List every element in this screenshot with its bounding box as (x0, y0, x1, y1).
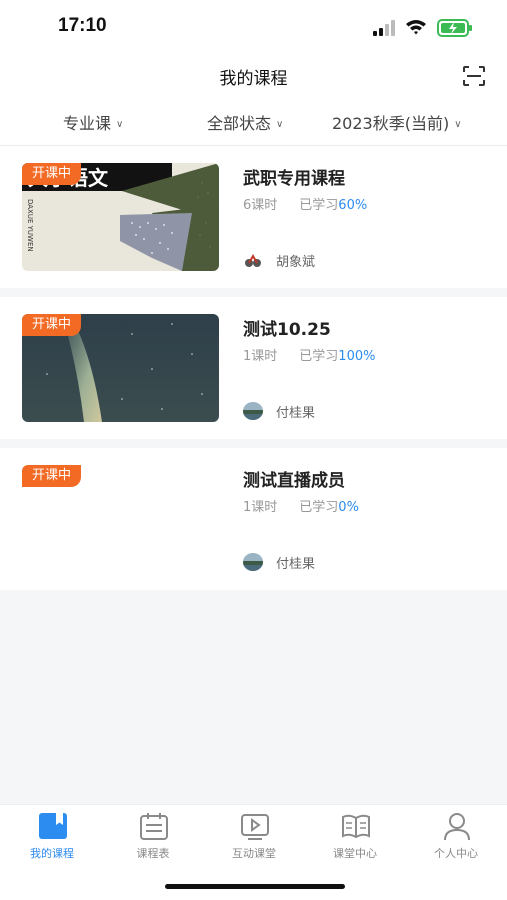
chevron-down-icon: ∨ (276, 119, 284, 130)
tab-label: 个人中心 (434, 847, 478, 860)
avatar (243, 553, 263, 571)
video-play-icon (241, 814, 269, 840)
status-badge: 开课中 (22, 163, 82, 185)
filter-status-label: 全部状态 (207, 114, 272, 133)
tab-label: 我的课程 (30, 847, 74, 860)
status-bar: 17:10 (0, 0, 507, 56)
teacher-name: 付桂果 (276, 557, 316, 572)
filter-bar: 专业课 ∨ 全部状态 ∨ 2023秋季(当前) ∨ (0, 96, 507, 146)
person-icon (444, 813, 470, 841)
calendar-icon (140, 813, 168, 840)
tab-schedule[interactable]: 课程表 (103, 805, 203, 867)
home-indicator (165, 884, 345, 889)
tab-my-courses[interactable]: 我的课程 (2, 805, 102, 867)
navigation-bar: 我的课程 (0, 56, 507, 96)
course-card[interactable]: 大学语文 DAXUE YUWEN 开课中 武职专用课程 6课时已学习60% 胡象… (0, 146, 507, 288)
progress-value: 100% (338, 349, 376, 364)
lesson-count: 1课时 (243, 349, 278, 364)
tab-class-center[interactable]: 课堂中心 (305, 805, 405, 867)
tab-label: 课程表 (136, 847, 170, 860)
battery-charging-icon (437, 19, 472, 37)
course-title: 测试10.25 (243, 320, 331, 340)
course-card[interactable]: 开课中 测试直播成员 1课时 已学习0% 付桂果 (0, 448, 507, 590)
status-time: 17:10 (58, 15, 107, 36)
tab-interactive-class[interactable]: 互动课堂 (204, 805, 304, 867)
scan-icon[interactable] (462, 65, 486, 87)
progress-label: 已学习 (299, 349, 339, 364)
course-meta: 6课时 已学习60% (243, 194, 367, 213)
chevron-down-icon: ∨ (454, 119, 462, 130)
open-book-icon (342, 814, 370, 839)
lesson-count: 1课时 (243, 500, 278, 515)
progress-label: 已学习 (299, 198, 339, 213)
lesson-count: 6课时 (243, 198, 278, 213)
course-meta: 1课时 已学习100% (243, 345, 375, 364)
filter-status[interactable]: 全部状态 ∨ (207, 110, 283, 134)
progress-label: 已学习 (299, 500, 339, 515)
avatar (243, 251, 263, 269)
chevron-down-icon: ∨ (116, 119, 124, 130)
progress-value: 60% (338, 198, 368, 213)
tab-label: 课堂中心 (333, 847, 377, 860)
status-badge: 开课中 (22, 465, 82, 487)
wifi-icon (406, 20, 426, 35)
filter-course-type-label: 专业课 (63, 114, 112, 133)
course-title: 武职专用课程 (243, 169, 345, 189)
status-badge: 开课中 (22, 314, 82, 336)
course-title: 测试直播成员 (243, 471, 345, 491)
page-title: 我的课程 (219, 69, 288, 89)
filter-semester[interactable]: 2023秋季(当前) ∨ (332, 110, 462, 134)
avatar (243, 402, 263, 420)
cellular-signal-icon (373, 20, 395, 36)
tab-label: 互动课堂 (232, 847, 276, 860)
bookmark-book-icon (39, 813, 67, 839)
filter-course-type[interactable]: 专业课 ∨ (63, 110, 123, 134)
filter-semester-label: 2023秋季(当前) (332, 114, 450, 133)
teacher-name: 付桂果 (276, 406, 316, 421)
course-card[interactable]: 开课中 测试10.25 1课时 已学习100% 付桂果 (0, 297, 507, 439)
course-meta: 1课时 已学习0% (243, 496, 359, 515)
cover-side-text: DAXUE YUWEN (26, 199, 34, 252)
teacher-name: 胡象斌 (276, 255, 316, 270)
tab-personal-center[interactable]: 个人中心 (406, 805, 506, 867)
progress-value: 0% (338, 500, 359, 515)
